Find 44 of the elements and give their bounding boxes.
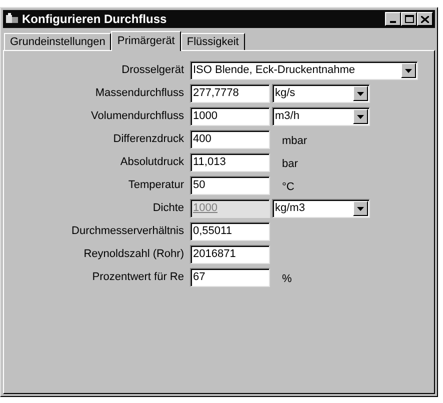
unit-label: % — [282, 272, 292, 288]
tab[interactable]: Grundeinstellungen — [4, 33, 112, 50]
close-icon — [421, 16, 429, 22]
dropdown-button[interactable] — [401, 63, 416, 78]
minimize-icon — [390, 21, 396, 23]
field-label: Volumendurchfluss — [90, 109, 185, 124]
field-label: Drosselgerät — [120, 63, 185, 78]
caret-icon — [357, 114, 364, 118]
caret-icon — [357, 92, 364, 96]
input-field[interactable]: 11,013 — [190, 153, 270, 172]
field-label: Durchmesserverhältnis — [70, 224, 185, 240]
dropdown-button[interactable] — [353, 86, 368, 101]
maximize-icon — [404, 15, 414, 23]
dropdown-button[interactable] — [353, 109, 368, 124]
window-title: Konfigurieren Durchfluss — [22, 11, 168, 28]
input-field[interactable]: 400 — [190, 130, 270, 149]
input-field[interactable]: 67 — [190, 268, 270, 287]
tab[interactable]: Primärgerät — [111, 31, 181, 51]
unit-label: bar — [282, 157, 298, 172]
dropdown-field[interactable]: ISO Blende, Eck-Druckentnahme — [190, 61, 418, 80]
field-label: Dichte — [152, 201, 185, 216]
maximize-button[interactable] — [401, 12, 417, 26]
dropdown-field[interactable]: kg/s — [272, 84, 370, 103]
field-label: Reynoldszahl (Rohr) — [82, 247, 185, 262]
caret-icon — [357, 206, 364, 210]
unit-label: °C — [282, 180, 294, 196]
dropdown-button[interactable] — [353, 201, 368, 216]
unit-label: mbar — [282, 134, 308, 150]
input-field[interactable]: 0,55011 — [190, 222, 270, 241]
input-field[interactable]: 1000 — [190, 107, 270, 126]
dropdown-field[interactable]: m3/h — [272, 107, 370, 126]
input-field[interactable]: 2016871 — [190, 245, 270, 264]
close-button[interactable] — [417, 12, 433, 26]
input-field[interactable]: 277,7778 — [190, 84, 270, 103]
field-label: Prozentwert für Re — [91, 270, 185, 286]
caret-icon — [405, 68, 412, 72]
tab[interactable]: Flüssigkeit — [180, 33, 245, 50]
field-label: Differenzdruck — [112, 132, 185, 148]
input-field[interactable]: 50 — [190, 176, 270, 195]
field-label: Massendurchfluss — [94, 86, 185, 102]
app-icon — [5, 13, 19, 25]
field-label: Temperatur — [127, 178, 185, 194]
minimize-button[interactable] — [385, 12, 401, 26]
field-label: Absolutdruck — [119, 155, 185, 170]
